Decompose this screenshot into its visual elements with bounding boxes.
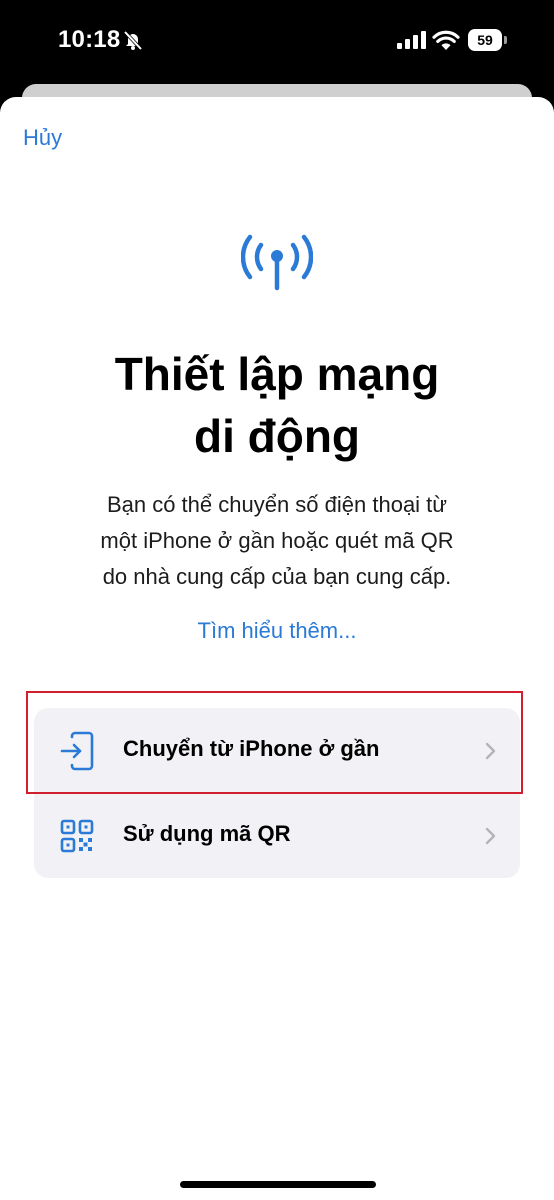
qr-code-icon bbox=[60, 819, 94, 853]
chevron-right-icon bbox=[485, 827, 496, 845]
battery-level: 59 bbox=[468, 29, 502, 51]
learn-more-link[interactable]: Tìm hiểu thêm... bbox=[0, 618, 554, 644]
wifi-icon bbox=[432, 30, 460, 50]
cellular-signal-icon bbox=[397, 31, 426, 49]
highlight-annotation-box bbox=[26, 691, 523, 794]
description-text: Bạn có thể chuyển số điện thoại từ một i… bbox=[100, 492, 454, 589]
status-time: 10:18 bbox=[58, 26, 121, 53]
silent-bell-icon bbox=[123, 30, 143, 51]
cancel-button[interactable]: Hủy bbox=[23, 125, 62, 151]
battery-icon: 59 bbox=[468, 29, 508, 51]
cellular-antenna-icon bbox=[241, 234, 313, 291]
status-bar: 10:18 59 bbox=[0, 0, 554, 84]
page-title: Thiết lập mạng di động bbox=[114, 348, 440, 462]
home-indicator bbox=[180, 1181, 376, 1188]
use-qr-code-option[interactable]: Sử dụng mã QR bbox=[34, 793, 520, 878]
option-label: Sử dụng mã QR bbox=[123, 821, 291, 846]
